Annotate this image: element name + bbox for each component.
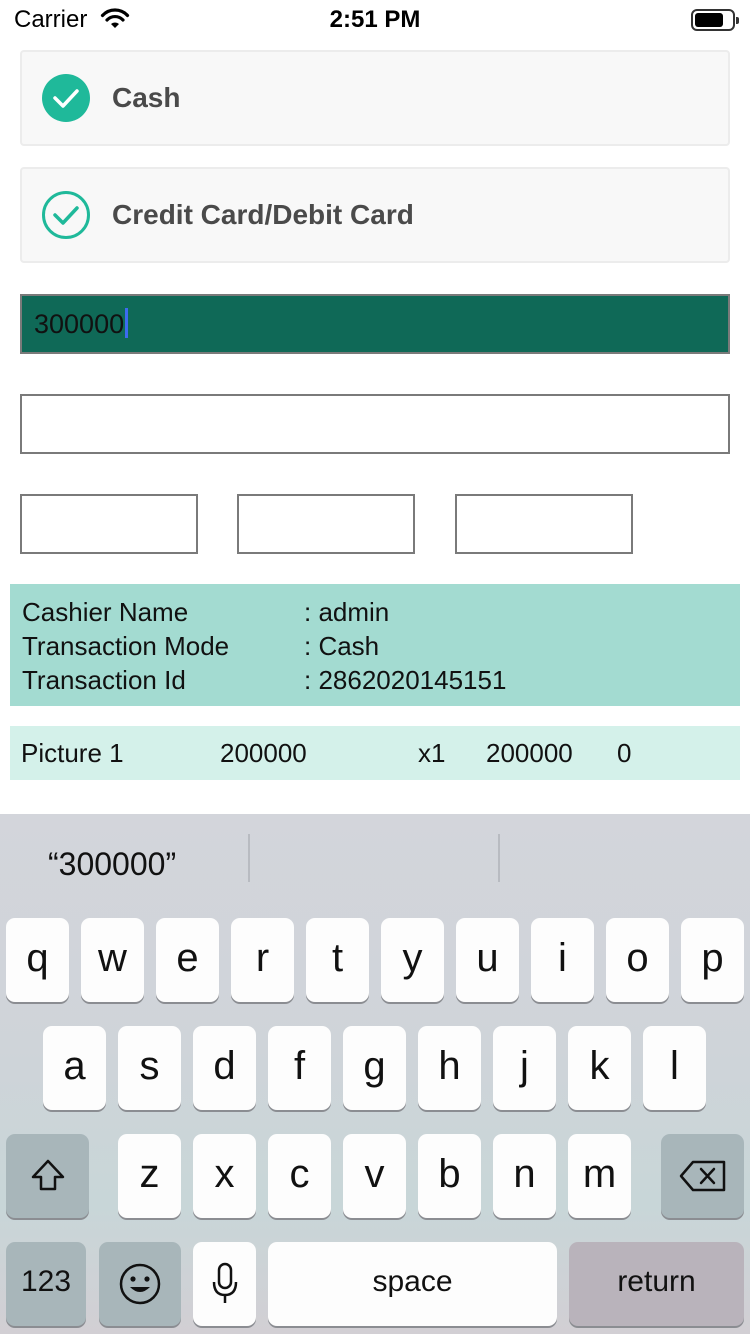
key-h[interactable]: h — [418, 1026, 481, 1110]
check-filled-icon — [42, 74, 90, 122]
key-y[interactable]: y — [381, 918, 444, 1002]
text-input[interactable] — [20, 394, 730, 454]
space-key[interactable]: space — [268, 1242, 557, 1326]
key-a[interactable]: a — [43, 1026, 106, 1110]
key-g[interactable]: g — [343, 1026, 406, 1110]
payment-option-card[interactable]: Credit Card/Debit Card — [20, 167, 730, 263]
backspace-icon — [679, 1160, 725, 1192]
key-w[interactable]: w — [81, 918, 144, 1002]
payment-option-cash[interactable]: Cash — [20, 50, 730, 146]
payment-option-label: Credit Card/Debit Card — [112, 199, 414, 230]
suggestion-divider — [498, 834, 500, 882]
backspace-key[interactable] — [661, 1134, 744, 1218]
key-s[interactable]: s — [118, 1026, 181, 1110]
key-m[interactable]: m — [568, 1134, 631, 1218]
shift-key[interactable] — [6, 1134, 89, 1218]
text-caret — [125, 308, 129, 338]
key-u[interactable]: u — [456, 918, 519, 1002]
key-j[interactable]: j — [493, 1026, 556, 1110]
amount-input-value: 300000 — [34, 308, 129, 340]
item-name: Picture 1 — [21, 738, 124, 768]
item-quantity: x1 — [418, 738, 446, 768]
battery-icon — [691, 9, 739, 31]
item-price: 200000 — [220, 738, 307, 768]
key-c[interactable]: c — [268, 1134, 331, 1218]
dictation-key[interactable] — [193, 1242, 256, 1326]
small-input-3[interactable] — [455, 494, 633, 554]
key-k[interactable]: k — [568, 1026, 631, 1110]
key-b[interactable]: b — [418, 1134, 481, 1218]
emoji-key[interactable] — [99, 1242, 181, 1326]
payment-option-label: Cash — [112, 82, 181, 113]
microphone-icon — [212, 1262, 237, 1303]
key-t[interactable]: t — [306, 918, 369, 1002]
key-d[interactable]: d — [193, 1026, 256, 1110]
key-n[interactable]: n — [493, 1134, 556, 1218]
small-input-2[interactable] — [237, 494, 415, 554]
key-l[interactable]: l — [643, 1026, 706, 1110]
status-bar: Carrier 2:51 PM — [0, 0, 750, 40]
cart-item-row: Picture 1 200000 x1 200000 0 — [10, 726, 740, 780]
key-q[interactable]: q — [6, 918, 69, 1002]
numbers-key[interactable]: 123 — [6, 1242, 86, 1326]
transaction-info-panel: Cashier Name : admin Transaction Mode : … — [10, 584, 740, 706]
key-i[interactable]: i — [531, 918, 594, 1002]
small-input-1[interactable] — [20, 494, 198, 554]
key-p[interactable]: p — [681, 918, 744, 1002]
return-key[interactable]: return — [569, 1242, 744, 1326]
suggestion-divider — [248, 834, 250, 882]
key-x[interactable]: x — [193, 1134, 256, 1218]
emoji-icon — [119, 1263, 161, 1305]
item-total: 200000 — [486, 738, 573, 768]
key-o[interactable]: o — [606, 918, 669, 1002]
key-e[interactable]: e — [156, 918, 219, 1002]
key-r[interactable]: r — [231, 918, 294, 1002]
key-v[interactable]: v — [343, 1134, 406, 1218]
check-outline-icon — [42, 191, 90, 239]
amount-input[interactable]: 300000 — [20, 294, 730, 354]
item-discount: 0 — [617, 738, 632, 768]
shift-icon — [31, 1159, 64, 1191]
keyboard: “300000” qwertyuiop asdfghjkl zxcvbnm 12… — [0, 814, 750, 1334]
clock: 2:51 PM — [329, 6, 421, 33]
key-f[interactable]: f — [268, 1026, 331, 1110]
key-z[interactable]: z — [118, 1134, 181, 1218]
